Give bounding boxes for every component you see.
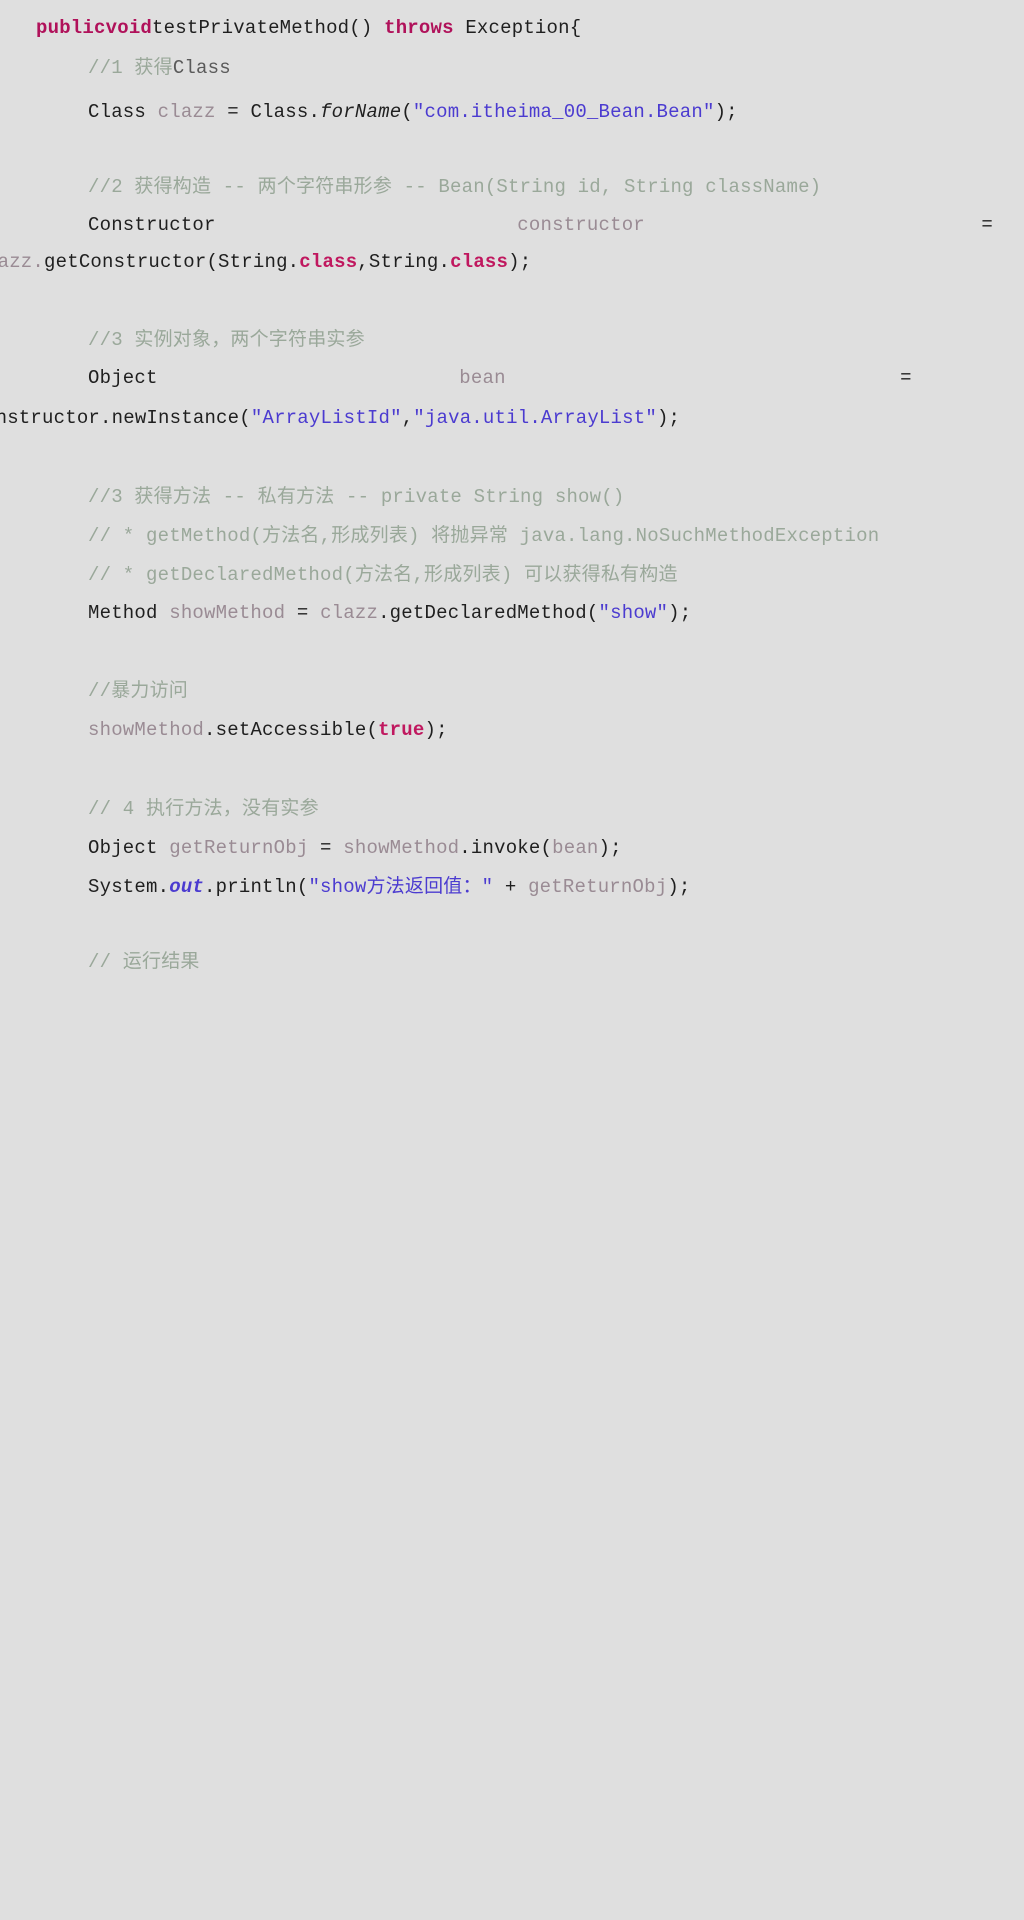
string-literal-show: "show"	[598, 602, 669, 624]
comment-text: // * getMethod(方法名,形成列表) 将抛异常 java.lang.…	[88, 525, 880, 547]
code-line: publicvoidtestPrivateMethod() throws Exc…	[36, 10, 1024, 47]
keyword-void: void	[105, 17, 153, 39]
assign-operator: =	[215, 101, 251, 123]
method-setaccessible: .setAccessible(	[204, 719, 379, 741]
comment-text: //3 实例对象，两个字符串实参	[88, 329, 365, 351]
type-object: Object	[88, 367, 158, 389]
argument-separator: ,	[401, 407, 414, 429]
method-declaration-name: testPrivateMethod()	[152, 17, 373, 39]
comment-text: // 4 执行方法，没有实参	[88, 798, 319, 820]
assign-operator: =	[981, 214, 993, 236]
whitespace-gap	[216, 214, 518, 236]
class-reference: Class.	[250, 101, 321, 123]
static-field-out: out	[169, 876, 205, 898]
code-line: //3 实例对象，两个字符串实参	[88, 322, 1024, 359]
code-line: // 4 执行方法，没有实参	[88, 791, 1024, 828]
paren-open: (	[401, 101, 413, 123]
variable-showmethod: showMethod	[169, 602, 286, 624]
code-line: // * getMethod(方法名,形成列表) 将抛异常 java.lang.…	[88, 518, 1024, 555]
variable-clazz-wrapped: lazz.	[0, 251, 45, 273]
whitespace-gap	[645, 214, 981, 236]
comment-text: //暴力访问	[88, 680, 189, 702]
variable-clazz: clazz	[320, 602, 379, 624]
whitespace-gap	[506, 367, 900, 389]
paren-open: (	[239, 407, 251, 429]
code-line-wrapped: lazz.getConstructor(String.class,String.…	[0, 244, 1010, 281]
variable-getreturnobj: getReturnObj	[528, 876, 668, 898]
method-newinstance: newInstance	[111, 407, 240, 429]
variable-constructor-wrapped: onstructor.	[0, 407, 112, 429]
whitespace-gap	[158, 367, 460, 389]
statement-end: );	[714, 101, 738, 123]
type-method: Method	[88, 602, 170, 624]
comment-text: //3 获得方法 -- 私有方法 -- private String show(…	[88, 486, 625, 508]
concat-operator: +	[493, 876, 529, 898]
keyword-class-2: class	[450, 251, 509, 273]
statement-end: );	[668, 602, 692, 624]
comment-code-fragment: Class	[172, 57, 231, 79]
assign-operator: =	[308, 837, 344, 859]
code-line: //暴力访问	[88, 673, 1024, 710]
keyword-class-1: class	[299, 251, 358, 273]
arguments-start: (String.	[206, 251, 300, 273]
type-constructor: Constructor	[88, 214, 216, 236]
statement-end: );	[424, 719, 448, 741]
code-line: //2 获得构造 -- 两个字符串形参 -- Bean(String id, S…	[88, 169, 1024, 206]
code-line: //1 获得Class	[88, 50, 1024, 87]
statement-end: );	[656, 407, 681, 429]
keyword-true: true	[378, 719, 425, 741]
variable-showmethod: showMethod	[343, 837, 460, 859]
comment-text: //1 获得	[88, 57, 173, 79]
method-invoke: .invoke(	[459, 837, 553, 859]
statement-end: );	[598, 837, 622, 859]
string-literal-arraylist-class: "java.util.ArrayList"	[413, 407, 657, 429]
comment-text: // 运行结果	[88, 951, 200, 973]
keyword-throws: throws	[384, 17, 454, 39]
code-editor-view: publicvoidtestPrivateMethod() throws Exc…	[0, 0, 1024, 973]
assign-operator: =	[285, 602, 321, 624]
string-literal-return-value-label: "show方法返回值："	[308, 876, 494, 898]
keyword-public: public	[36, 17, 106, 39]
code-line: // * getDeclaredMethod(方法名,形成列表) 可以获得私有构…	[88, 557, 1024, 594]
statement-end: );	[508, 251, 532, 273]
code-line-clipped: // 运行结果	[88, 944, 1024, 981]
code-line: Constructor constructor =	[88, 207, 1024, 244]
type-class: Class	[88, 101, 158, 123]
type-object: Object	[88, 837, 170, 859]
method-getdeclaredmethod: .getDeclaredMethod(	[378, 602, 599, 624]
string-literal-class-name: "com.itheima_00_Bean.Bean"	[412, 101, 715, 123]
code-line: //3 获得方法 -- 私有方法 -- private String show(…	[88, 479, 1024, 516]
exception-type: Exception{	[453, 17, 582, 39]
variable-clazz: clazz	[157, 101, 216, 123]
code-line: showMethod.setAccessible(true);	[88, 712, 1024, 749]
method-println: .println(	[204, 876, 309, 898]
argument-separator: ,String.	[357, 251, 451, 273]
variable-showmethod: showMethod	[88, 719, 205, 741]
code-line: Object bean =	[88, 360, 1024, 397]
variable-bean: bean	[552, 837, 599, 859]
string-literal-arraylist-id: "ArrayListId"	[250, 407, 402, 429]
variable-constructor: constructor	[517, 214, 645, 236]
code-line-wrapped: onstructor.newInstance("ArrayListId","ja…	[0, 400, 1008, 437]
code-line: System.out.println("show方法返回值：" + getRet…	[88, 869, 1024, 906]
code-line: Method showMethod = clazz.getDeclaredMet…	[88, 595, 1024, 632]
code-line: Object getReturnObj = showMethod.invoke(…	[88, 830, 1024, 867]
method-forname: forName	[320, 101, 402, 123]
class-system: System.	[88, 876, 170, 898]
variable-getreturnobj: getReturnObj	[169, 837, 309, 859]
comment-text: //2 获得构造 -- 两个字符串形参 -- Bean(String id, S…	[88, 176, 822, 198]
comment-text: // * getDeclaredMethod(方法名,形成列表) 可以获得私有构…	[88, 564, 678, 586]
variable-bean: bean	[459, 367, 506, 389]
code-line: Class clazz = Class.forName("com.itheima…	[88, 94, 1024, 131]
method-getconstructor: getConstructor	[44, 251, 207, 273]
assign-operator: =	[900, 367, 912, 389]
statement-end: );	[667, 876, 691, 898]
